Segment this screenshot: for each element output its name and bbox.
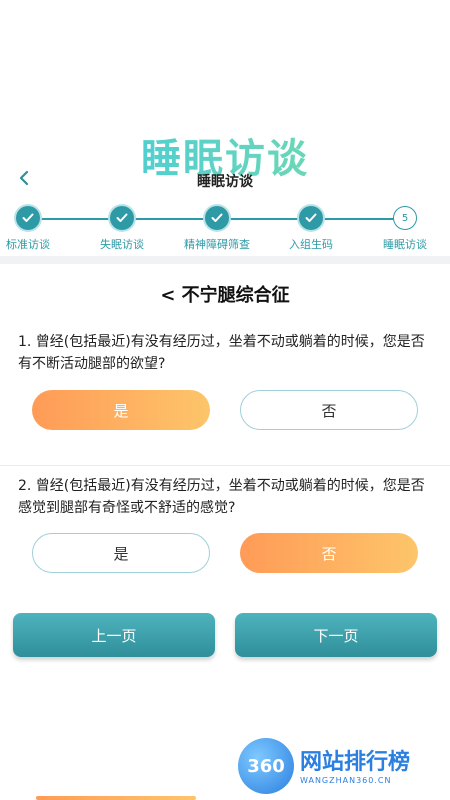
step-label: 精神障碍筛查 [184,238,250,251]
check-icon [16,206,40,230]
q1-option-no[interactable]: 否 [240,390,418,430]
header: 睡眠访谈 [0,165,450,197]
watermark-subtext: WANGZHAN360.CN [300,776,392,785]
watermark-badge: 360 [238,738,294,794]
section-title[interactable]: < 不宁腿综合征 [0,281,450,307]
check-icon [299,206,323,230]
bottom-indicator [36,796,196,800]
step-4: 入组生码 [266,206,356,252]
question-1-text: 1. 曾经(包括最近)有没有经历过，坐着不动或躺着的时候，您是否有不断活动腿部的… [18,334,425,372]
prev-page-button[interactable]: 上一页 [13,613,215,657]
q2-option-yes[interactable]: 是 [32,533,210,573]
question-divider [0,465,450,466]
step-1: 标准访谈 [0,206,73,252]
step-label: 失眠访谈 [100,238,144,251]
step-label: 标准访谈 [6,238,50,251]
page-title: 睡眠访谈 [197,174,253,190]
step-2: 失眠访谈 [77,206,167,252]
next-page-button[interactable]: 下一页 [235,613,437,657]
step-5: 5 睡眠访谈 [360,206,450,252]
watermark: 360 网站排行榜 WANGZHAN360.CN [238,738,444,796]
q1-option-yes[interactable]: 是 [32,390,210,430]
check-icon [110,206,134,230]
app-logo: 睡眠访谈 [0,60,450,182]
question-2-text: 2. 曾经(包括最近)有没有经历过，坐着不动或躺着的时候，您是否感觉到腿部有奇怪… [18,478,425,516]
check-icon [205,206,229,230]
section-divider [0,256,450,264]
step-number: 5 [393,206,417,230]
step-3: 精神障碍筛查 [172,206,262,252]
step-label: 睡眠访谈 [383,238,427,251]
q2-option-no[interactable]: 否 [240,533,418,573]
step-label: 入组生码 [289,238,333,251]
watermark-text: 网站排行榜 [300,750,411,775]
progress-stepper: 标准访谈 失眠访谈 精神障碍筛查 入组生码 5 睡眠访谈 [0,206,450,252]
